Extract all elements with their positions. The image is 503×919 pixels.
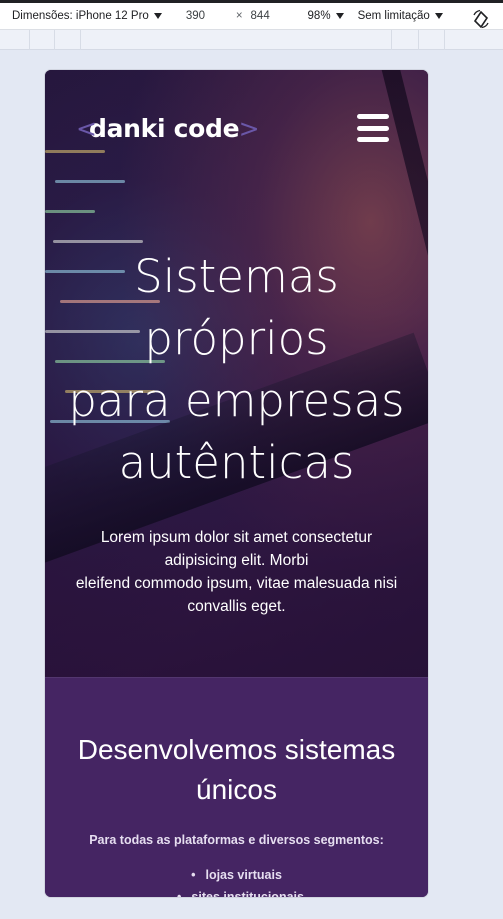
logo-text: danki code xyxy=(89,114,240,143)
hero-subtitle-line: convallis eget. xyxy=(187,598,286,615)
throttling-label: Sem limitação xyxy=(357,10,430,22)
hero-title-line: próprios xyxy=(144,312,329,365)
hero-title-line: Sistemas xyxy=(134,250,339,303)
rotate-icon[interactable] xyxy=(471,9,491,29)
logo-bracket-right: > xyxy=(238,114,260,143)
hero-subtitle-line: Lorem ipsum dolor sit amet consectetur xyxy=(100,529,373,546)
hero-title-line: autênticas xyxy=(118,436,355,489)
list-item: sites institucionais xyxy=(45,886,428,897)
chevron-down-icon xyxy=(434,13,443,19)
chevron-down-icon xyxy=(335,13,344,19)
section-lead: Para todas as plataformas e diversos seg… xyxy=(89,833,384,847)
hero-subtitle-line: adipisicing elit. Morbi xyxy=(164,552,309,569)
device-dimensions-label: Dimensões: iPhone 12 Pro xyxy=(12,10,149,22)
device-dimensions-dropdown[interactable]: Dimensões: iPhone 12 Pro xyxy=(0,3,162,29)
zoom-label: 98% xyxy=(307,10,331,22)
media-query-ruler[interactable] xyxy=(0,30,503,50)
section-title-line: Desenvolvemos sistemas xyxy=(77,734,396,765)
features-section: Desenvolvemos sistemas únicos Para todas… xyxy=(45,677,428,897)
logo-bracket-left: < xyxy=(76,114,97,143)
device-viewport: < danki code > Sistemas próprios para em… xyxy=(45,70,428,897)
hero-section: < danki code > Sistemas próprios para em… xyxy=(45,70,428,677)
hero-subtitle: Lorem ipsum dolor sit amet consectetur a… xyxy=(53,526,420,618)
device-toolbar: Dimensões: iPhone 12 Pro × 98% Sem limit… xyxy=(0,0,503,30)
device-height-input[interactable] xyxy=(246,6,289,26)
hamburger-menu-icon[interactable] xyxy=(357,114,391,144)
navbar: < danki code > xyxy=(45,70,428,190)
segments-list: lojas virtuais sites institucionais xyxy=(45,864,428,897)
dimension-times: × xyxy=(235,10,243,22)
logo[interactable]: < danki code > xyxy=(76,114,260,143)
section-title: Desenvolvemos sistemas únicos xyxy=(45,730,428,810)
device-width-input[interactable] xyxy=(181,6,224,26)
hero-title: Sistemas próprios para empresas autêntic… xyxy=(45,246,428,494)
list-item: lojas virtuais xyxy=(45,864,428,886)
section-title-line: únicos xyxy=(196,774,277,805)
chevron-down-icon xyxy=(153,13,162,19)
throttling-dropdown[interactable]: Sem limitação xyxy=(358,3,443,29)
zoom-dropdown[interactable]: 98% xyxy=(308,3,344,29)
hero-title-line: para empresas xyxy=(68,374,405,427)
hero-subtitle-line: eleifend commodo ipsum, vitae malesuada … xyxy=(75,575,398,592)
